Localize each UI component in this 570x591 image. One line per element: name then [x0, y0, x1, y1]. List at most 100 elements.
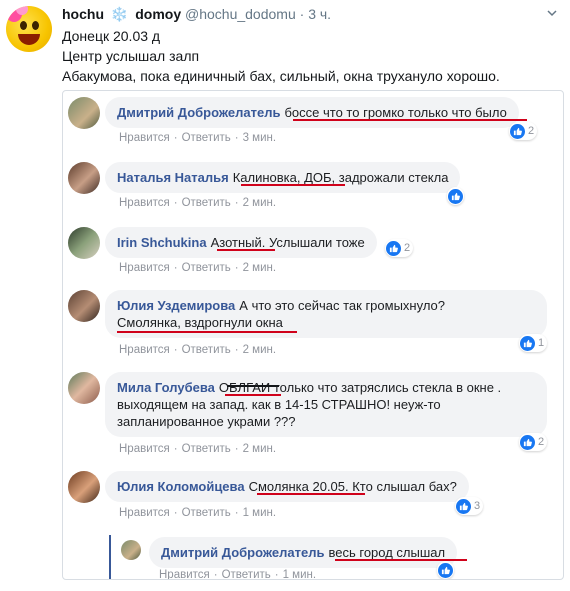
tweet-header: hochu ❄️ domoy @hochu_dodomu · 3 ч. [62, 6, 331, 23]
author-name-part2[interactable]: domoy [135, 6, 181, 22]
comment-time[interactable]: 2 мин. [243, 443, 276, 455]
red-underline [225, 394, 281, 396]
red-underline [217, 249, 275, 251]
like-icon [386, 240, 401, 256]
like-icon [448, 188, 463, 204]
emoji-eye-left [20, 21, 27, 30]
comment-time[interactable]: 1 мин. [283, 569, 316, 579]
reply-link[interactable]: Ответить [182, 132, 231, 144]
snowflake-icon: ❄️ [110, 6, 129, 22]
tweet-text-line-2: Центр услышал залп [62, 48, 200, 64]
comment-text: ОБЛГАИ только что затряслись стекла в ок… [218, 380, 502, 395]
comment-actions: Нравится · Ответить · 2 мин. [119, 344, 277, 356]
tweet-text-line-1: Донецк 20.03 д [62, 28, 161, 44]
comment-text: Азотный. Услышали тоже [210, 235, 365, 250]
avatar[interactable] [68, 227, 100, 259]
comment-time[interactable]: 1 мин. [243, 507, 276, 519]
comment-author[interactable]: Irin Shchukina [117, 235, 207, 250]
comment-text: боссе что то громко только что было [284, 105, 507, 120]
avatar[interactable] [68, 372, 100, 404]
comment-author[interactable]: Наталья Наталья [117, 170, 229, 185]
comment-author[interactable]: Дмитрий Доброжелатель [117, 105, 280, 120]
like-link[interactable]: Нравится [159, 569, 210, 579]
like-icon [438, 562, 453, 578]
avatar[interactable] [68, 471, 100, 503]
reaction-count[interactable]: 2 [519, 433, 548, 451]
reaction-count[interactable]: 2 [385, 239, 414, 257]
comment-time[interactable]: 2 мин. [243, 344, 276, 356]
comment-bubble: Дмитрий Доброжелатель боссе что то громко… [105, 97, 519, 128]
flower-decoration-small [16, 6, 28, 15]
tweet-time[interactable]: · 3 ч. [300, 6, 331, 22]
comment-text: Калиновка, ДОБ, задрожали стекла [232, 170, 449, 185]
like-link[interactable]: Нравится [119, 197, 170, 209]
comment-author[interactable]: Мила Голубева [117, 380, 215, 395]
reply-link[interactable]: Ответить [182, 262, 231, 274]
emoji-eye-right [32, 21, 39, 30]
comment-text: весь город слышал [328, 545, 446, 560]
comment-author[interactable]: Дмитрий Доброжелатель [161, 545, 324, 560]
reaction-count[interactable]: 1 [519, 334, 548, 352]
like-icon [520, 335, 535, 351]
comment-bubble: Наталья Наталья Калиновка, ДОБ, задрожали… [105, 162, 461, 193]
comment-text-line-2: Смолянка, вздрогнули окна [117, 315, 283, 330]
comment-bubble: Юлия Коломойцева Смолянка 20.05. Кто слыш… [105, 471, 469, 502]
tweet-text-line-3: Абакумова, пока единичный бах, сильный, … [62, 68, 500, 84]
reaction-number: 2 [538, 436, 545, 448]
avatar[interactable] [121, 540, 141, 560]
comment-actions: Нравится · Ответить · 2 мин. [119, 197, 277, 209]
comment-actions: Нравится · Ответить · 2 мин. [119, 262, 277, 274]
reaction-number: 3 [474, 500, 481, 512]
comment-text: А что это сейчас так громыхнуло? [239, 298, 446, 313]
tweet: hochu ❄️ domoy @hochu_dodomu · 3 ч. Доне… [0, 0, 570, 591]
reply-link[interactable]: Ответить [182, 507, 231, 519]
red-underline [117, 331, 297, 333]
red-underline [257, 493, 365, 495]
like-icon [520, 434, 535, 450]
red-underline [241, 184, 345, 186]
reply-link[interactable]: Ответить [182, 344, 231, 356]
comment-author[interactable]: Юлия Коломойцева [117, 479, 245, 494]
avatar[interactable] [68, 162, 100, 194]
like-icon [510, 123, 525, 139]
like-icon [456, 498, 471, 514]
reply-link[interactable]: Ответить [182, 443, 231, 455]
author-handle[interactable]: @hochu_dodomu [185, 6, 296, 22]
comment-text-line-2: выходящем на запад. как в 14-15 СТРАШНО!… [117, 397, 441, 412]
reaction-count[interactable]: 3 [455, 497, 484, 515]
comment-bubble: Irin Shchukina Азотный. Услышали тоже [105, 227, 377, 258]
comment-bubble: Мила Голубева ОБЛГАИ только что затряслис… [105, 372, 547, 437]
comment-actions: Нравится · Ответить · 3 мин. [119, 132, 277, 144]
comment-time[interactable]: 2 мин. [243, 262, 276, 274]
comment-time[interactable]: 2 мин. [243, 197, 276, 209]
comment-actions: Нравится · Ответить · 1 мин. [159, 569, 317, 580]
like-link[interactable]: Нравится [119, 132, 170, 144]
emoji-mouth [18, 34, 40, 45]
avatar[interactable] [68, 97, 100, 129]
comment-actions: Нравится · Ответить · 2 мин. [119, 443, 277, 455]
comment-text: Смолянка 20.05. Кто слышал бах? [248, 479, 457, 494]
author-name-part1[interactable]: hochu [62, 6, 104, 22]
comment-actions: Нравится · Ответить · 1 мин. [119, 507, 277, 519]
reply-bubble: Дмитрий Доброжелатель весь город слышал [149, 537, 458, 568]
reaction-number: 1 [538, 337, 545, 349]
like-link[interactable]: Нравится [119, 344, 170, 356]
reply-link[interactable]: Ответить [182, 197, 231, 209]
embedded-comments-image: Дмитрий Доброжелатель боссе что то громко… [62, 90, 564, 580]
comment-author[interactable]: Юлия Уздемирова [117, 298, 235, 313]
chevron-down-icon[interactable] [547, 8, 557, 18]
comment-time[interactable]: 3 мин. [243, 132, 276, 144]
comment-text-line-3: запланированное украми ??? [117, 414, 296, 429]
like-link[interactable]: Нравится [119, 443, 170, 455]
reaction-count[interactable] [437, 561, 454, 579]
reaction-count[interactable]: 2 [509, 122, 538, 140]
reaction-count[interactable] [447, 187, 464, 205]
strikethrough-line [227, 385, 279, 387]
like-link[interactable]: Нравится [119, 507, 170, 519]
tweet-author-avatar[interactable] [6, 6, 52, 52]
reply-link[interactable]: Ответить [222, 569, 271, 579]
avatar[interactable] [68, 290, 100, 322]
like-link[interactable]: Нравится [119, 262, 170, 274]
reply-thread-line [109, 535, 111, 579]
reaction-number: 2 [528, 125, 535, 137]
